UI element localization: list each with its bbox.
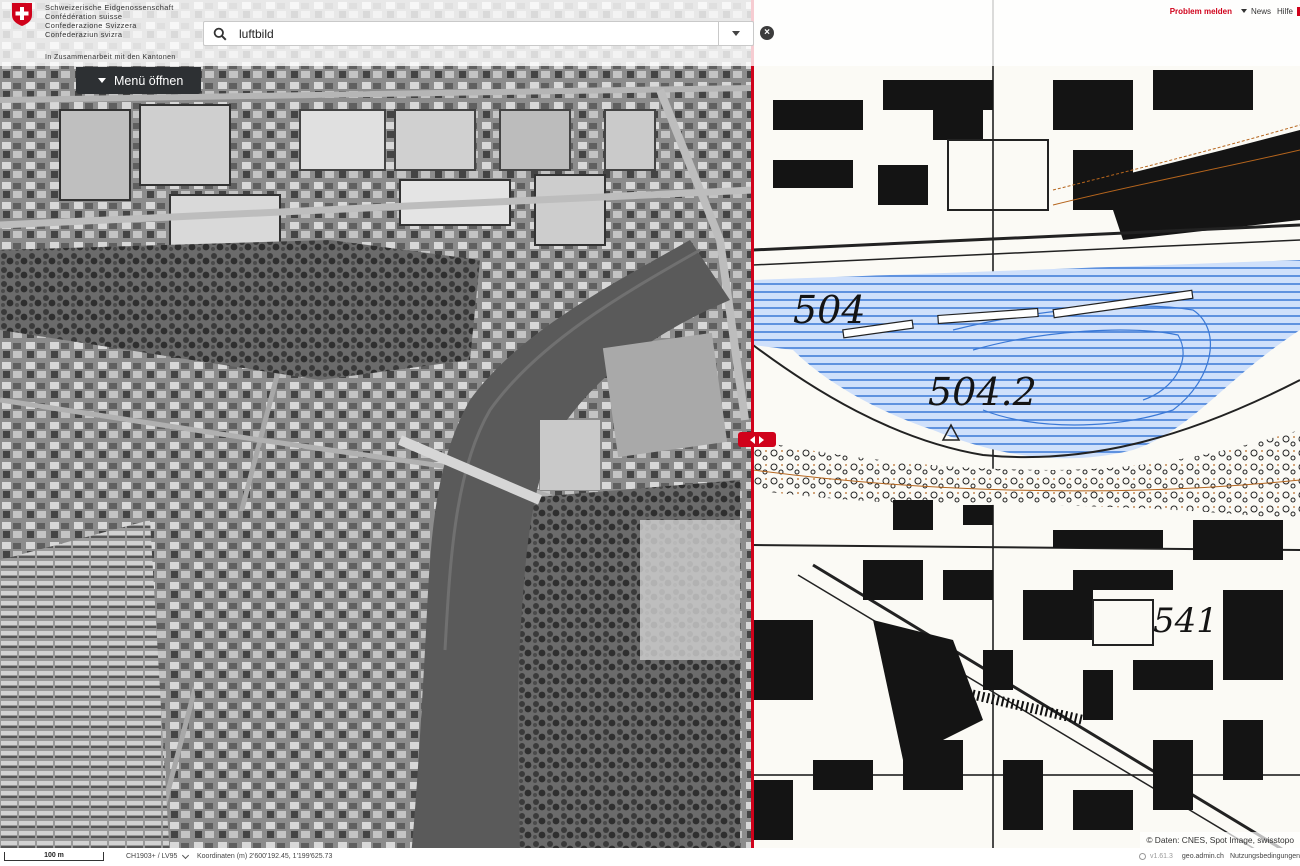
coordinate-system-label: CH1903+ / LV95 xyxy=(126,853,178,860)
search-box xyxy=(203,21,754,46)
arrow-right-icon xyxy=(759,435,764,444)
news-label: News xyxy=(1250,6,1271,16)
open-menu-button[interactable]: Menü öffnen xyxy=(76,67,201,94)
elevation-label-504-2: 504.2 xyxy=(928,370,1037,414)
open-menu-label: Menü öffnen xyxy=(114,73,184,88)
footer: 100 m CH1903+ / LV95 Koordinaten (m) 2'6… xyxy=(0,848,1300,866)
search-clear-button[interactable]: × xyxy=(760,26,774,40)
geo-admin-link[interactable]: geo.admin.ch xyxy=(1182,853,1224,860)
aerial-photo-layer[interactable] xyxy=(0,0,753,866)
confederation-line: Confederazione Svizzera xyxy=(45,21,137,30)
news-link[interactable]: News xyxy=(1240,6,1271,16)
confederation-line: Schweizerische Eidgenossenschaft xyxy=(45,3,174,12)
report-problem-link[interactable]: Problem melden xyxy=(1170,7,1232,16)
topographic-map-layer[interactable]: 504 504.2 541 xyxy=(753,0,1300,866)
github-icon[interactable] xyxy=(1138,853,1146,860)
caret-down-icon xyxy=(98,78,106,83)
caret-down-icon xyxy=(1240,9,1247,13)
footer-links: v1.61.3 geo.admin.ch Nutzungsbedingungen xyxy=(1138,853,1300,860)
map-attribution: © Daten: CNES, Spot Image, swisstopo xyxy=(1140,832,1300,848)
compare-slider-line[interactable] xyxy=(751,0,754,848)
app-window: 504 504.2 541 Schweizerische Eidgenossen… xyxy=(0,0,1300,866)
caret-down-icon xyxy=(732,31,740,36)
swiss-cross-logo-icon[interactable] xyxy=(10,2,34,26)
topographic-map-image: 504 504.2 541 xyxy=(753,0,1300,866)
top-navigation: Problem melden News Hilfe xyxy=(1170,5,1300,17)
elevation-label-504: 504 xyxy=(793,288,866,332)
search-dropdown-toggle[interactable] xyxy=(718,22,753,45)
version-link[interactable]: v1.61.3 xyxy=(1150,853,1173,860)
coordinate-system-select[interactable]: CH1903+ / LV95 xyxy=(126,851,190,860)
search-icon xyxy=(213,27,227,41)
cooperation-note: In Zusammenarbeit mit den Kantonen xyxy=(45,54,176,61)
scale-bar: 100 m xyxy=(4,852,104,861)
terms-of-use-link[interactable]: Nutzungsbedingungen xyxy=(1230,853,1300,860)
arrow-left-icon xyxy=(750,435,755,444)
header: Schweizerische Eidgenossenschaft Confédé… xyxy=(0,0,1300,66)
elevation-label-541: 541 xyxy=(1153,601,1218,641)
chevron-down-icon xyxy=(182,851,190,859)
aerial-photo-image xyxy=(0,0,753,866)
close-icon: × xyxy=(764,27,770,38)
map-viewport[interactable]: 504 504.2 541 xyxy=(0,0,1300,866)
confederation-names: Schweizerische Eidgenossenschaft Confédé… xyxy=(45,3,174,39)
compare-slider-handle[interactable] xyxy=(738,432,776,447)
confederation-line: Confédération suisse xyxy=(45,12,123,21)
confederation-line: Confederaziun svizra xyxy=(45,30,123,39)
search-input[interactable] xyxy=(239,23,717,44)
help-link[interactable]: Hilfe xyxy=(1277,7,1293,16)
coordinates-readout: Koordinaten (m) 2'600'192.45, 1'199'625.… xyxy=(197,853,333,860)
